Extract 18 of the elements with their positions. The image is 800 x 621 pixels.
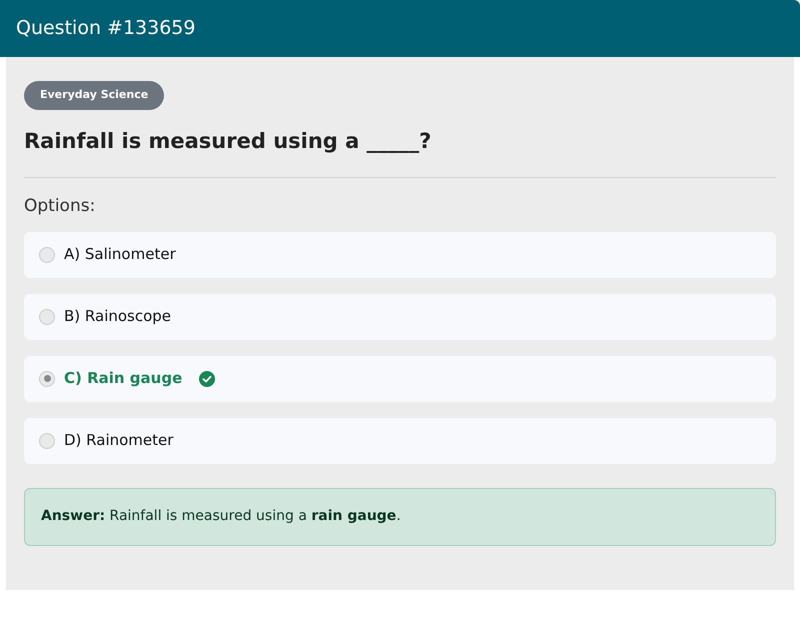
question-text: Rainfall is measured using a _____?: [24, 128, 432, 155]
check-circle-icon: [199, 370, 216, 386]
radio-button[interactable]: [39, 432, 55, 448]
answer-text: Answer: Rainfall is measured using a rain gauge.: [41, 507, 401, 526]
option-item[interactable]: B) Rainoscope: [24, 294, 776, 340]
option-label: D) Rainometer: [64, 430, 174, 452]
option-item[interactable]: D) Rainometer: [24, 418, 776, 464]
category-tag: Everyday Science: [24, 81, 164, 110]
option-item[interactable]: A) Salinometer: [24, 232, 776, 278]
radio-button[interactable]: [39, 370, 55, 386]
option-label: B) Rainoscope: [64, 306, 172, 328]
question-title: Question #133659: [16, 16, 196, 42]
option-label: C) Rain gauge: [64, 368, 182, 390]
radio-button[interactable]: [39, 308, 55, 324]
option-label: A) Salinometer: [64, 244, 176, 266]
options-label: Options:: [24, 195, 96, 218]
option-item[interactable]: C) Rain gauge: [24, 356, 776, 402]
radio-button[interactable]: [39, 246, 55, 262]
